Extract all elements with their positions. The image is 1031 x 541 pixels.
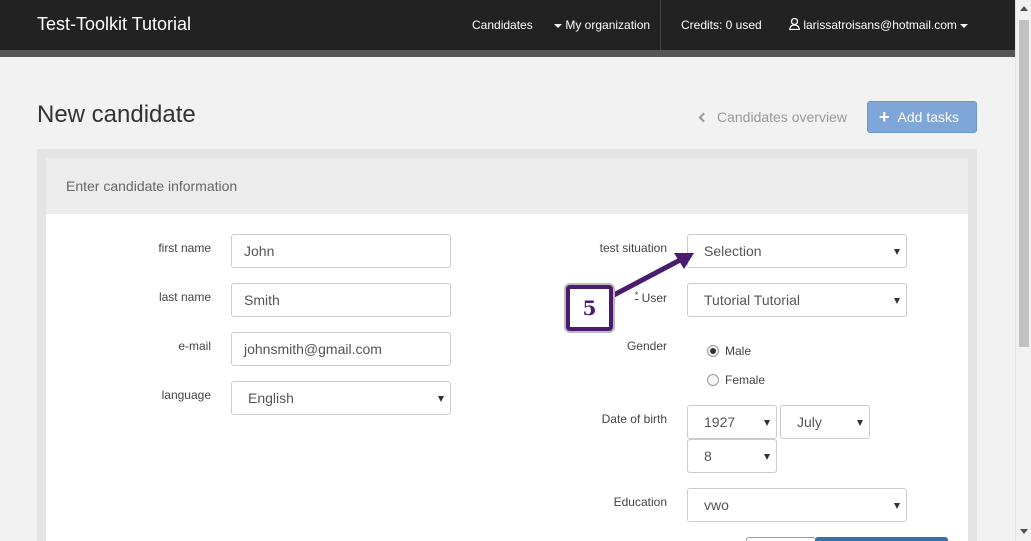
caret-down-icon: [554, 23, 562, 28]
dob-day-select[interactable]: 8: [687, 439, 777, 473]
education-select[interactable]: vwo: [687, 488, 907, 522]
education-label: Education: [613, 495, 667, 509]
date-of-birth-label: Date of birth: [601, 412, 667, 426]
select-arrow-icon: [764, 420, 770, 426]
add-tasks-button[interactable]: + Add tasks: [867, 101, 977, 133]
dob-month-select[interactable]: July: [780, 405, 870, 439]
user-select-value: Tutorial Tutorial: [704, 292, 800, 308]
chevron-left-icon: [698, 112, 709, 123]
select-arrow-icon: [857, 420, 863, 426]
gender-female-label: Female: [725, 373, 766, 387]
scroll-thumb[interactable]: [1019, 20, 1029, 347]
dob-day-value: 8: [704, 448, 712, 464]
nav-user-menu[interactable]: larissatroisans@hotmail.com: [789, 18, 969, 32]
nav-divider: [660, 0, 661, 50]
language-label: language: [161, 388, 211, 402]
page-title: New candidate: [37, 101, 196, 128]
last-name-label: last name: [158, 290, 211, 304]
radio-checked-icon[interactable]: [707, 345, 719, 357]
add-tasks-label: Add tasks: [897, 109, 959, 125]
candidates-overview-label: Candidates overview: [717, 109, 847, 125]
education-value: vwo: [704, 497, 729, 513]
language-select[interactable]: English: [231, 381, 451, 415]
top-navbar: Test-Toolkit Tutorial Candidates My orga…: [0, 0, 1015, 50]
navbar-bottom-strip: [0, 50, 1015, 57]
email-input[interactable]: johnsmith@gmail.com: [231, 332, 451, 366]
form-actions: [746, 537, 948, 541]
first-name-input[interactable]: John: [231, 234, 451, 268]
select-arrow-icon: [894, 249, 900, 255]
page-scrollbar[interactable]: [1015, 0, 1031, 541]
radio-unchecked-icon[interactable]: [707, 374, 719, 386]
plus-icon: +: [879, 107, 890, 127]
caret-down-icon: [960, 23, 969, 28]
gender-male-label: Male: [725, 344, 752, 358]
scroll-down-arrow-icon[interactable]: [1020, 529, 1028, 534]
email-label: e-mail: [178, 339, 211, 353]
candidates-overview-link[interactable]: Candidates overview: [698, 109, 847, 125]
nav-my-organization[interactable]: My organization: [554, 18, 650, 32]
dob-month-value: July: [797, 414, 822, 430]
first-name-label: first name: [158, 241, 211, 255]
select-arrow-icon: [894, 503, 900, 509]
nav-credits[interactable]: Credits: 0 used: [681, 18, 762, 32]
dob-year-value: 1927: [704, 414, 736, 430]
select-arrow-icon: [438, 396, 444, 402]
select-arrow-icon: [764, 454, 770, 460]
select-arrow-icon: [894, 298, 900, 304]
gender-option-male[interactable]: Male: [707, 344, 751, 358]
language-select-value: English: [248, 390, 294, 406]
tutorial-step-badge: 5: [566, 285, 613, 331]
last-name-input[interactable]: Smith: [231, 283, 451, 317]
primary-action-button[interactable]: [815, 537, 948, 541]
brand-title[interactable]: Test-Toolkit Tutorial: [37, 14, 191, 35]
test-situation-select[interactable]: Selection: [687, 234, 907, 268]
secondary-action-button[interactable]: [746, 537, 816, 541]
panel-heading: Enter candidate information: [46, 158, 968, 214]
nav-candidates[interactable]: Candidates: [472, 18, 533, 32]
test-situation-value: Selection: [704, 243, 762, 259]
callout-arrow-icon: [607, 253, 694, 300]
scroll-up-arrow-icon[interactable]: [1020, 6, 1028, 11]
gender-label: Gender: [626, 339, 667, 353]
user-select[interactable]: Tutorial Tutorial: [687, 283, 907, 317]
nav-user-email: larissatroisans@hotmail.com: [803, 18, 957, 32]
gender-option-female[interactable]: Female: [707, 373, 765, 387]
user-icon: [789, 18, 800, 30]
nav-my-organization-label: My organization: [565, 18, 651, 32]
dob-year-select[interactable]: 1927: [687, 405, 777, 439]
